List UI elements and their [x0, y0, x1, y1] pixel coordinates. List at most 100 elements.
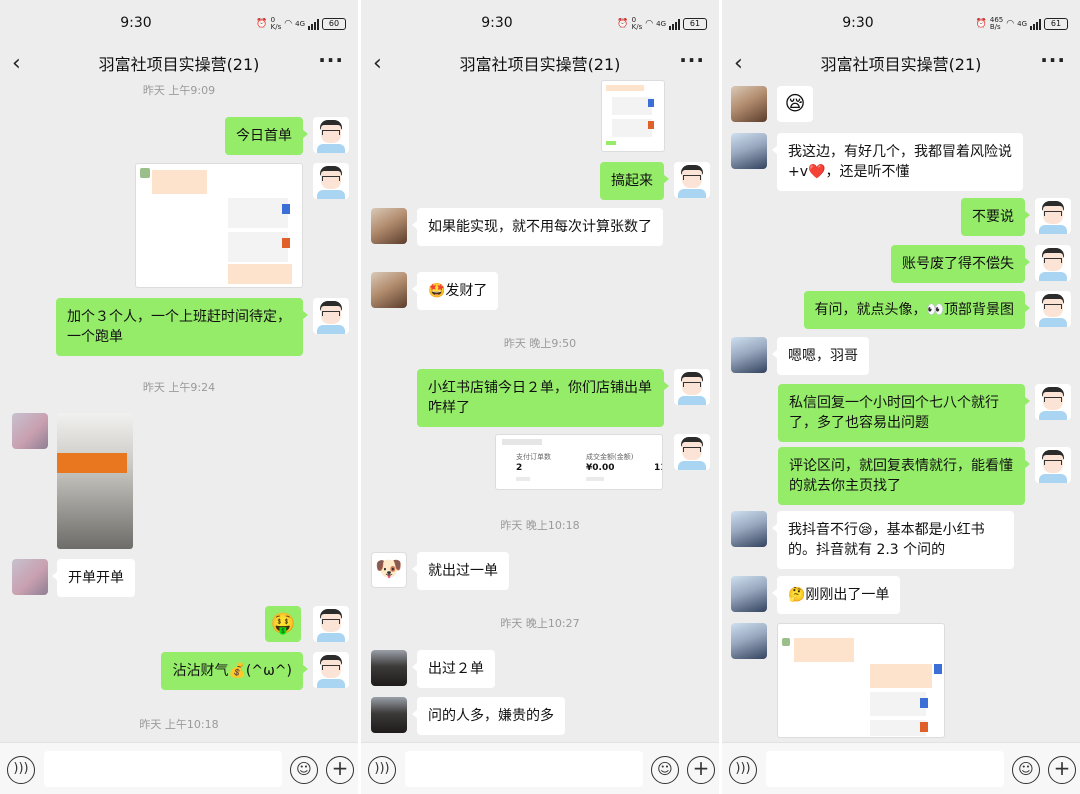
voice-icon[interactable]: ))) — [729, 756, 757, 784]
message-bubble-sent[interactable]: 账号废了得不偿失 — [891, 245, 1030, 283]
avatar-member[interactable] — [731, 86, 767, 122]
screenshot-collage: 9:30 ⏰ 0 K/s ◠ 4G 60 ‹ 羽富社项目实操营(21) ··· … — [0, 0, 1080, 794]
message-bubble-sent[interactable]: 搞起来 — [600, 162, 669, 200]
message-bubble-received[interactable]: 🤩发财了 — [411, 272, 499, 310]
status-time: 9:30 — [120, 15, 152, 31]
avatar-self[interactable] — [674, 162, 710, 198]
image-message-screenshot[interactable] — [601, 80, 665, 152]
more-dots-icon[interactable]: ··· — [679, 48, 705, 72]
avatar-member[interactable] — [731, 576, 767, 612]
image-message-photo[interactable] — [57, 413, 133, 549]
speed-indicator: 0 K/s — [270, 16, 282, 31]
avatar-member[interactable] — [12, 413, 48, 449]
message-bubble-received[interactable]: 嗯嗯，羽哥 — [772, 337, 869, 375]
image-message-screenshot[interactable] — [777, 623, 945, 738]
timestamp: 昨天 上午10:18 — [139, 718, 219, 731]
chat-title: 羽富社项目实操营(21) — [459, 55, 621, 74]
plus-icon[interactable]: + — [326, 756, 354, 784]
avatar-member[interactable] — [731, 133, 767, 169]
wifi-icon: ◠ — [1006, 19, 1015, 29]
avatar-self[interactable] — [313, 652, 349, 688]
emoji-icon[interactable]: ☺ — [290, 756, 318, 784]
message-bubble-sent[interactable]: 沾沾财气💰(^ω^) — [161, 652, 308, 690]
avatar-self[interactable] — [313, 606, 349, 642]
back-chevron-icon[interactable]: ‹ — [734, 51, 743, 76]
signal-icon — [1030, 18, 1041, 30]
emoji-sticker-message[interactable]: 😪 — [777, 86, 813, 122]
back-chevron-icon[interactable]: ‹ — [373, 51, 382, 76]
message-input[interactable] — [766, 751, 1004, 787]
avatar-member[interactable] — [371, 272, 407, 308]
more-dots-icon[interactable]: ··· — [318, 48, 344, 72]
message-bubble-received[interactable]: 🤔刚刚出了一单 — [771, 576, 901, 614]
avatar-self[interactable] — [1035, 447, 1071, 483]
emoji-icon[interactable]: ☺ — [651, 756, 679, 784]
stat-value: ¥0.00 — [586, 463, 615, 473]
message-bubble-received[interactable]: 如果能实现，就不用每次计算张数了 — [412, 208, 663, 246]
avatar-self[interactable] — [1035, 245, 1071, 281]
avatar-member-dog[interactable]: 🐶 — [371, 552, 407, 588]
message-bubble-sent[interactable]: 私信回复一个小时回个七八个就行了，多了也容易出问题 — [778, 384, 1030, 442]
stat-label: 成交金额(金额) — [586, 453, 634, 461]
avatar-self[interactable] — [1035, 384, 1071, 420]
message-bubble-received[interactable]: 我抖音不行😪，基本都是小红书的。抖音就有 2.3 个问的 — [772, 511, 1014, 569]
chat-screen-1: 9:30 ⏰ 0 K/s ◠ 4G 60 ‹ 羽富社项目实操营(21) ··· … — [0, 0, 358, 794]
avatar-member[interactable] — [731, 337, 767, 373]
network-label: 4G — [656, 20, 666, 28]
plus-icon[interactable]: + — [1048, 756, 1076, 784]
message-input[interactable] — [44, 751, 282, 787]
emoji-icon[interactable]: ☺ — [1012, 756, 1040, 784]
back-chevron-icon[interactable]: ‹ — [12, 51, 21, 76]
avatar-member[interactable] — [731, 623, 767, 659]
message-bubble-received[interactable]: 问的人多，嫌贵的多 — [412, 697, 565, 735]
alarm-icon: ⏰ — [256, 19, 268, 29]
avatar-member[interactable] — [12, 559, 48, 595]
avatar-self[interactable] — [674, 434, 710, 470]
message-bubble-sent[interactable]: 不要说 — [961, 198, 1030, 236]
avatar-self[interactable] — [313, 117, 349, 153]
timestamp: 昨天 晚上10:18 — [500, 519, 580, 532]
status-bar: 9:30 ⏰ 0 K/s ◠ 4G 61 — [361, 0, 719, 48]
stat-value: 11 — [654, 463, 662, 473]
more-dots-icon[interactable]: ··· — [1040, 48, 1066, 72]
voice-icon[interactable]: ))) — [368, 756, 396, 784]
status-bar: 9:30 ⏰ 0 K/s ◠ 4G 60 — [0, 0, 358, 48]
chat-title: 羽富社项目实操营(21) — [98, 55, 260, 74]
message-bubble-received[interactable]: 就出过一单 — [412, 552, 509, 590]
avatar-member[interactable] — [731, 511, 767, 547]
message-bubble-sent[interactable]: 小红书店铺今日２单，你们店铺出单咋样了 — [417, 369, 669, 427]
message-bubble-sent[interactable]: 评论区问，就回复表情就行，能看懂的就去你主页找了 — [778, 447, 1030, 505]
stat-value: 2 — [516, 463, 523, 473]
avatar-self[interactable] — [313, 298, 349, 334]
message-bubble-sent[interactable]: 今日首单 — [225, 117, 308, 155]
avatar-self[interactable] — [313, 163, 349, 199]
message-bubble-received[interactable]: 出过２单 — [412, 650, 495, 688]
chat-screen-2: 9:30 ⏰ 0 K/s ◠ 4G 61 ‹ 羽富社项目实操营(21) ··· … — [361, 0, 719, 794]
input-bar: ))) ☺ + — [722, 742, 1080, 794]
avatar-member[interactable] — [371, 650, 407, 686]
status-time: 9:30 — [842, 15, 874, 31]
message-bubble-sent[interactable]: 加个３个人，一个上班赶时间待定，一个跑单 — [56, 298, 308, 356]
wifi-icon: ◠ — [645, 19, 654, 29]
voice-icon[interactable]: ))) — [7, 756, 35, 784]
avatar-member[interactable] — [371, 208, 407, 244]
emoji-sticker-message[interactable]: 🤑 — [265, 606, 301, 642]
message-input[interactable] — [405, 751, 643, 787]
image-message-screenshot[interactable] — [135, 163, 303, 288]
battery-icon: 61 — [1044, 18, 1068, 30]
alarm-icon: ⏰ — [975, 19, 987, 29]
image-message-stats[interactable]: 支付订单数 成交金额(金额) 2 ¥0.00 11 — [495, 434, 663, 490]
status-time: 9:30 — [481, 15, 513, 31]
message-bubble-sent[interactable]: 有问，就点头像，👀顶部背景图 — [803, 291, 1031, 329]
avatar-self[interactable] — [1035, 291, 1071, 327]
avatar-self[interactable] — [1035, 198, 1071, 234]
timestamp: 昨天 上午9:09 — [142, 84, 216, 97]
avatar-self[interactable] — [674, 369, 710, 405]
chat-header: ‹ 羽富社项目实操营(21) ··· — [0, 48, 358, 78]
message-bubble-received[interactable]: 开单开单 — [52, 559, 135, 597]
message-bubble-received[interactable]: 我这边，有好几个，我都冒着风险说 +v❤️，还是听不懂 — [772, 133, 1023, 191]
plus-icon[interactable]: + — [687, 756, 715, 784]
battery-icon: 60 — [322, 18, 346, 30]
timestamp: 昨天 晚上10:27 — [500, 617, 580, 630]
avatar-member[interactable] — [371, 697, 407, 733]
